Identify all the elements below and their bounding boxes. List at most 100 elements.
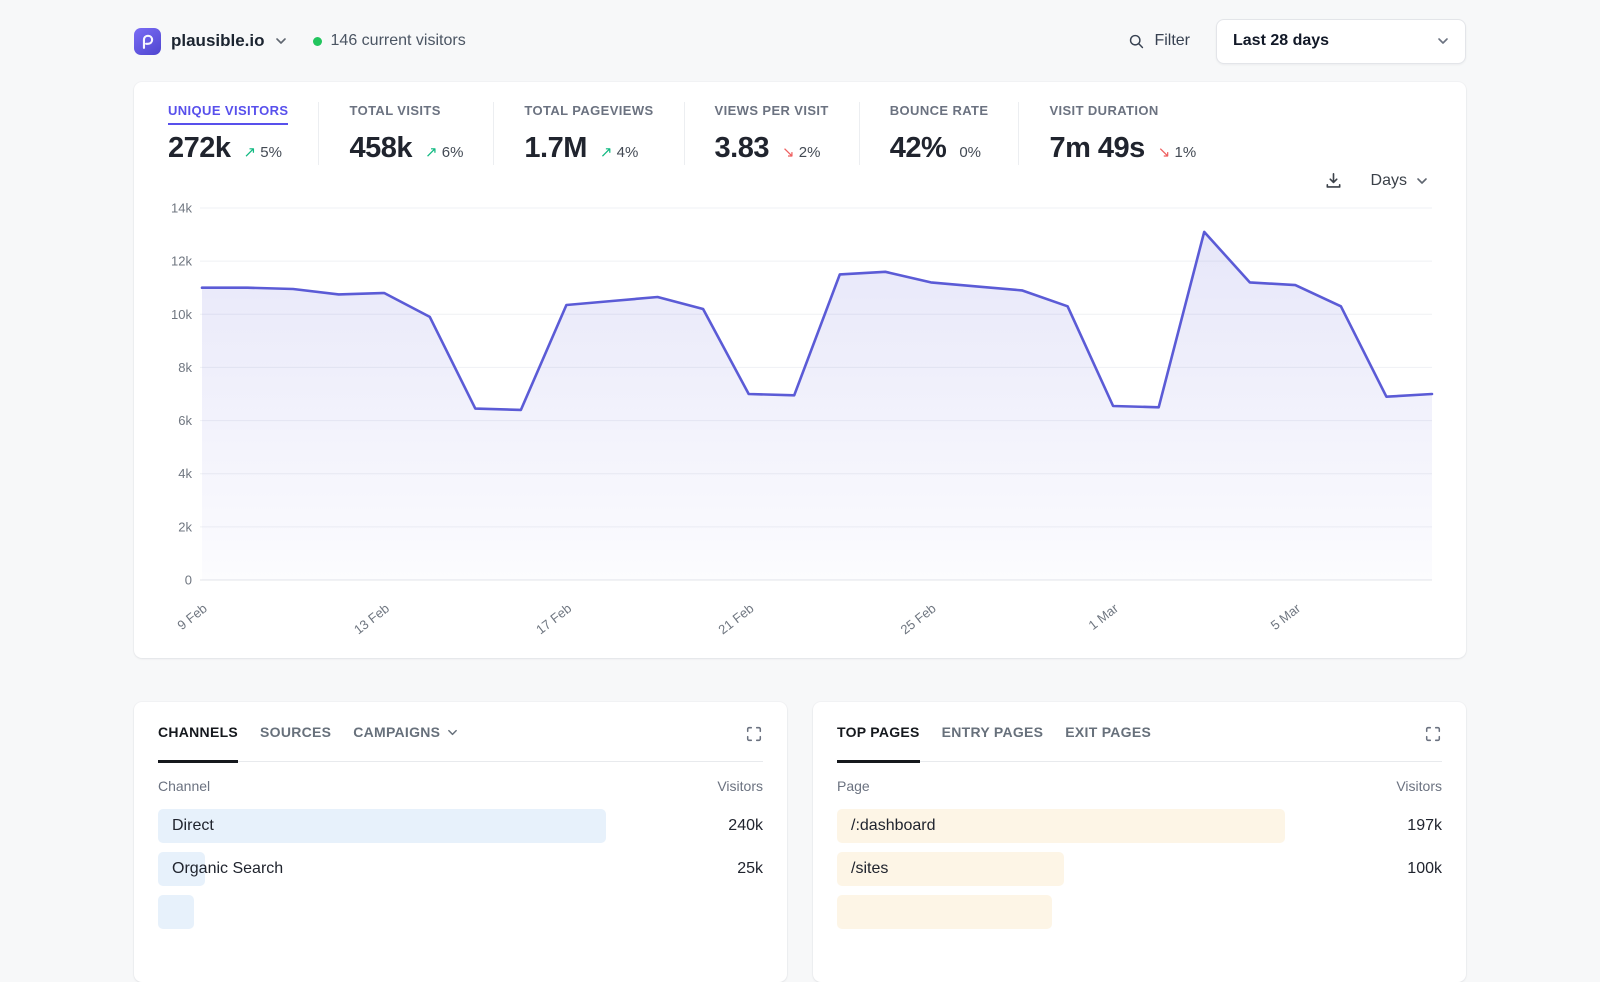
filter-label: Filter (1154, 32, 1190, 49)
top-bar-left: plausible.io 146 current visitors (134, 27, 466, 55)
rows-list: Direct 240k Organic Search 25k (158, 809, 763, 929)
stat-value: 42% (889, 132, 947, 164)
row-label[interactable]: /sites (837, 860, 888, 878)
stat-value: 272k (168, 132, 231, 164)
stat-change: ↘ 1% (1157, 144, 1197, 161)
column-header-visitors[interactable]: Visitors (1396, 778, 1442, 794)
expand-icon[interactable] (1424, 725, 1442, 761)
trend-up-icon: ↗ (243, 144, 257, 161)
stats-row: UNIQUE VISITORS 272k ↗ 5% TOTAL VISITS 458k ↗… (162, 102, 1438, 165)
visitors-chart[interactable]: 0 2k 4k 6k 8k 10k 12k 14k 9 Feb 13 Feb 17 Feb 21 Fe… (162, 194, 1438, 646)
stat-bounce-rate[interactable]: BOUNCE RATE 42% 0% (858, 102, 1019, 165)
stat-total-pageviews[interactable]: TOTAL PAGEVIEWS 1.7M ↗ 4% (493, 102, 683, 165)
svg-text:2k: 2k (178, 519, 192, 534)
top-bar: plausible.io 146 current visitors Filter… (134, 0, 1466, 82)
trend-down-icon: ↘ (782, 144, 795, 161)
site-name: plausible.io (171, 31, 265, 50)
top-pages-panel: TOP PAGES ENTRY PAGES EXIT PAGES Page Visito… (813, 702, 1466, 982)
svg-text:12k: 12k (171, 254, 192, 269)
svg-text:4k: 4k (178, 466, 192, 481)
trend-down-icon: ↘ (1157, 144, 1171, 161)
table-row-sites[interactable]: /sites 100k (837, 852, 1442, 886)
live-indicator-dot (312, 36, 322, 46)
table-row-dashboard[interactable]: /:dashboard 197k (837, 809, 1442, 843)
panel-tabs: TOP PAGES ENTRY PAGES EXIT PAGES (837, 724, 1442, 763)
stat-change: ↗ 6% (424, 144, 464, 161)
row-value: 25k (737, 860, 763, 877)
table-row-direct[interactable]: Direct 240k (158, 809, 763, 843)
svg-text:1 Mar: 1 Mar (1086, 600, 1122, 633)
stat-change: 0% (959, 144, 981, 161)
panel-tabs: CHANNELS SOURCES CAMPAIGNS (158, 724, 763, 763)
date-range-value: Last 28 days (1233, 32, 1330, 49)
bottom-row: CHANNELS SOURCES CAMPAIGNS Channel Visitors… (134, 702, 1466, 982)
page-container: plausible.io 146 current visitors Filter… (134, 0, 1466, 982)
stat-total-visits[interactable]: TOTAL VISITS 458k ↗ 6% (318, 102, 493, 165)
download-icon[interactable] (1324, 171, 1343, 190)
chevron-down-icon (448, 729, 458, 735)
date-range-select[interactable]: Last 28 days (1216, 18, 1466, 64)
table-row-partial[interactable] (158, 895, 763, 929)
tab-campaigns[interactable]: CAMPAIGNS (353, 724, 458, 763)
stat-value: 7m 49s (1049, 132, 1145, 164)
stat-label: VIEWS PER VISIT (714, 103, 829, 118)
table-row-organic-search[interactable]: Organic Search 25k (158, 852, 763, 886)
plausible-logo (134, 27, 161, 55)
filter-button[interactable]: Filter (1128, 32, 1190, 50)
row-bar (837, 895, 1052, 929)
svg-text:6k: 6k (178, 413, 192, 428)
tab-entry-pages[interactable]: ENTRY PAGES (942, 724, 1044, 763)
row-value: 197k (1407, 817, 1442, 834)
table-row-partial[interactable] (837, 895, 1442, 929)
svg-text:5 Mar: 5 Mar (1268, 600, 1304, 633)
chart-toolbar: Days (162, 171, 1428, 190)
stat-label: TOTAL PAGEVIEWS (524, 103, 654, 118)
row-label[interactable]: Direct (158, 817, 214, 835)
svg-text:0: 0 (185, 573, 192, 588)
svg-text:25 Feb: 25 Feb (898, 601, 939, 638)
row-label[interactable]: Organic Search (158, 860, 283, 878)
channels-panel: CHANNELS SOURCES CAMPAIGNS Channel Visitors… (134, 702, 787, 982)
site-switcher[interactable]: plausible.io (134, 27, 287, 55)
tab-top-pages[interactable]: TOP PAGES (837, 724, 920, 763)
tab-exit-pages[interactable]: EXIT PAGES (1065, 724, 1151, 763)
row-value: 100k (1407, 860, 1442, 877)
stat-label: UNIQUE VISITORS (168, 103, 289, 125)
stat-visit-duration[interactable]: VISIT DURATION 7m 49s ↘ 1% (1018, 102, 1226, 165)
interval-label: Days (1370, 171, 1407, 189)
stat-label: BOUNCE RATE (889, 103, 989, 118)
rows-list: /:dashboard 197k/sites 100k (837, 809, 1442, 929)
trend-up-icon: ↗ (599, 144, 613, 161)
svg-text:17 Feb: 17 Feb (533, 601, 574, 638)
chevron-down-icon (1417, 177, 1427, 184)
svg-text:21 Feb: 21 Feb (715, 601, 756, 638)
tab-sources[interactable]: SOURCES (260, 724, 331, 763)
column-header-visitors[interactable]: Visitors (717, 778, 763, 794)
column-headers: Channel Visitors (158, 778, 763, 794)
top-bar-right: Filter Last 28 days (1128, 18, 1466, 64)
stat-views-per-visit[interactable]: VIEWS PER VISIT 3.83 ↘ 2% (683, 102, 859, 165)
interval-select[interactable]: Days (1371, 172, 1428, 190)
stat-change: ↗ 5% (243, 144, 282, 161)
svg-text:8k: 8k (178, 360, 192, 375)
row-value: 240k (728, 817, 763, 834)
stat-change: ↘ 2% (782, 144, 821, 161)
column-headers: Page Visitors (837, 778, 1442, 794)
chevron-down-icon (1438, 38, 1448, 44)
expand-icon[interactable] (745, 725, 763, 761)
svg-text:10k: 10k (171, 307, 192, 322)
stat-value: 458k (349, 132, 412, 164)
stat-unique-visitors[interactable]: UNIQUE VISITORS 272k ↗ 5% (162, 102, 318, 165)
column-header-name: Channel (158, 778, 211, 794)
current-visitors[interactable]: 146 current visitors (312, 32, 466, 50)
tab-channels[interactable]: CHANNELS (158, 724, 239, 763)
chevron-down-icon (275, 38, 286, 44)
analytics-card: UNIQUE VISITORS 272k ↗ 5% TOTAL VISITS 458k ↗… (134, 82, 1466, 658)
stat-label: TOTAL VISITS (349, 103, 441, 118)
search-icon (1130, 34, 1144, 48)
stat-change: ↗ 4% (599, 144, 639, 161)
current-visitors-label: 146 current visitors (330, 32, 466, 49)
row-bar (158, 809, 606, 843)
svg-text:9 Feb: 9 Feb (174, 601, 209, 633)
row-label[interactable]: /:dashboard (837, 817, 936, 835)
